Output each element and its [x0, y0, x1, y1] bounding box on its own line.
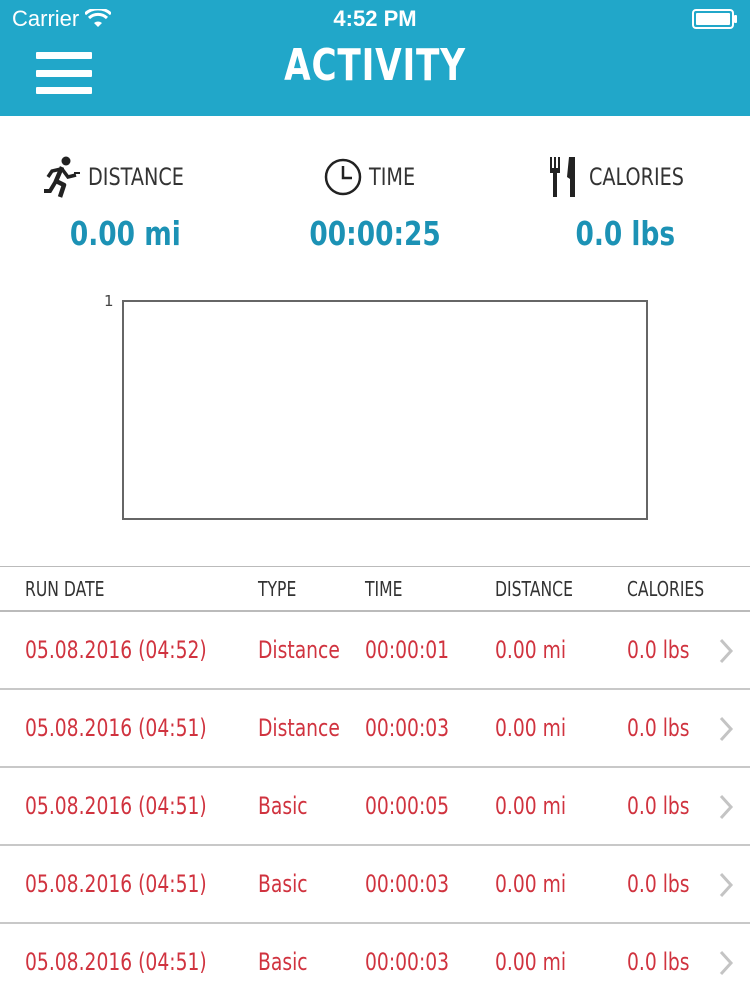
cell-distance: 0.00 mi — [495, 792, 567, 820]
stat-distance-value: 0.00 mi — [69, 214, 181, 253]
stat-distance-label: DISTANCE — [88, 163, 184, 191]
chevron-right-icon — [719, 950, 734, 976]
table-row[interactable]: 05.08.2016 (04:51) Distance 00:00:03 0.0… — [0, 690, 750, 768]
header-type: TYPE — [258, 576, 297, 601]
fork-knife-icon — [549, 157, 575, 197]
page-title: ACTIVITY — [284, 40, 466, 91]
cell-type: Basic — [258, 948, 308, 976]
cell-time: 00:00:03 — [365, 948, 450, 976]
cell-time: 00:00:03 — [365, 870, 450, 898]
cell-type: Basic — [258, 792, 308, 820]
cell-distance: 0.00 mi — [495, 714, 567, 742]
header-time: TIME — [365, 576, 403, 601]
cell-type: Distance — [258, 714, 340, 742]
table-row[interactable]: 05.08.2016 (04:51) Basic 00:00:03 0.00 m… — [0, 846, 750, 924]
cell-calories: 0.0 lbs — [627, 948, 690, 976]
chevron-right-icon — [719, 716, 734, 742]
chevron-right-icon — [719, 872, 734, 898]
stat-calories-label: CALORIES — [588, 163, 684, 191]
header-run-date: RUN DATE — [25, 576, 105, 601]
run-history-table: RUN DATE TYPE TIME DISTANCE CALORIES 05.… — [0, 566, 750, 1000]
cell-run-date: 05.08.2016 (04:51) — [25, 714, 207, 742]
chart-plot-area — [122, 300, 648, 520]
table-row[interactable]: 05.08.2016 (04:52) Distance 00:00:01 0.0… — [0, 612, 750, 690]
stats-panel: DISTANCE 0.00 mi TIME 00:00:25 CALORIES — [0, 150, 750, 260]
cell-calories: 0.0 lbs — [627, 636, 690, 664]
cell-calories: 0.0 lbs — [627, 870, 690, 898]
chevron-right-icon — [719, 638, 734, 664]
stat-distance-header: DISTANCE — [0, 150, 250, 204]
cell-time: 00:00:03 — [365, 714, 450, 742]
cell-run-date: 05.08.2016 (04:51) — [25, 870, 207, 898]
cell-distance: 0.00 mi — [495, 948, 567, 976]
stat-distance: DISTANCE 0.00 mi — [0, 150, 250, 253]
cell-distance: 0.00 mi — [495, 870, 567, 898]
stat-calories: CALORIES 0.0 lbs — [500, 150, 750, 253]
cell-distance: 0.00 mi — [495, 636, 567, 664]
cell-type: Distance — [258, 636, 340, 664]
table-row[interactable]: 05.08.2016 (04:51) Basic 00:00:05 0.00 m… — [0, 768, 750, 846]
status-time: 4:52 PM — [333, 6, 417, 31]
cell-time: 00:00:01 — [365, 636, 450, 664]
chevron-right-icon — [719, 794, 734, 820]
header-distance: DISTANCE — [495, 576, 573, 601]
stat-calories-header: CALORIES — [500, 150, 750, 204]
activity-chart: 1 — [100, 290, 660, 526]
app-header: Carrier 4:52 PM ACTIVITY — [0, 0, 750, 116]
cell-calories: 0.0 lbs — [627, 792, 690, 820]
cell-time: 00:00:05 — [365, 792, 450, 820]
stat-time-header: TIME — [250, 150, 500, 204]
cell-type: Basic — [258, 870, 308, 898]
runner-icon — [44, 156, 81, 198]
stat-time-label: TIME — [369, 163, 416, 191]
cell-run-date: 05.08.2016 (04:52) — [25, 636, 207, 664]
stat-calories-value: 0.0 lbs — [575, 214, 675, 253]
status-bar: Carrier 4:52 PM — [0, 0, 750, 38]
chart-y-tick-label: 1 — [104, 292, 114, 310]
battery-icon — [692, 9, 737, 29]
cell-calories: 0.0 lbs — [627, 714, 690, 742]
header-calories: CALORIES — [627, 576, 705, 601]
table-header: RUN DATE TYPE TIME DISTANCE CALORIES — [0, 566, 750, 612]
cell-run-date: 05.08.2016 (04:51) — [25, 948, 207, 976]
clock-icon — [324, 158, 362, 196]
cell-run-date: 05.08.2016 (04:51) — [25, 792, 207, 820]
stat-time: TIME 00:00:25 — [250, 150, 500, 253]
stat-time-value: 00:00:25 — [309, 214, 441, 253]
table-row[interactable]: 05.08.2016 (04:51) Basic 00:00:03 0.00 m… — [0, 924, 750, 1000]
